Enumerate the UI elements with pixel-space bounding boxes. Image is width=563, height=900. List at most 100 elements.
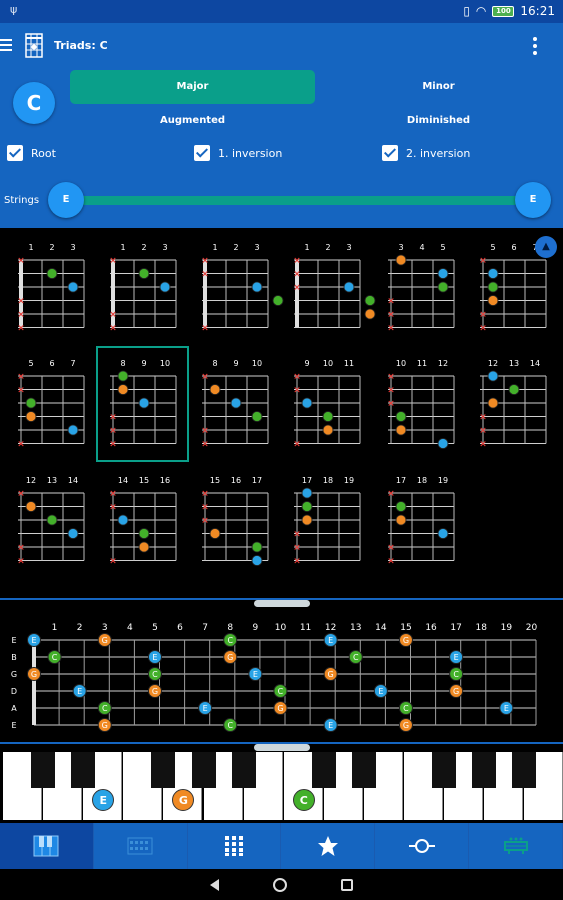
chord-diagram[interactable]: 14 15 16 × × × [108,473,180,571]
fretboard-note[interactable]: C [147,667,162,681]
chord-diagram[interactable]: 10 11 12 × × × [386,356,458,454]
fretboard-note[interactable]: G [398,718,413,732]
fretboard-note[interactable]: E [72,684,87,698]
chord-diagram-svg[interactable]: 1 2 3 × × × [108,240,180,338]
strings-range-slider[interactable] [64,196,534,205]
fretboard-note[interactable]: C [223,633,238,647]
fretboard[interactable]: 1 2 3 4 5 6 7 8 9 10 11 12 13 14 15 16 17 18 19 20 E B G D A E E G C… [0,620,563,740]
chord-diagram-svg[interactable]: 17 18 19 × × × [292,473,364,571]
black-key[interactable] [71,752,96,788]
resize-handle[interactable] [254,600,310,607]
checkbox-icon[interactable] [382,145,398,161]
checkbox-icon[interactable] [7,145,23,161]
fretboard-note[interactable]: C [273,684,288,698]
black-key[interactable] [191,752,216,788]
chord-type-minor[interactable]: Minor [316,70,561,104]
fretboard-note[interactable]: G [323,667,338,681]
chord-diagram[interactable]: 1 2 3 × × × × [16,240,88,338]
slider-thumb-high[interactable]: E [515,182,551,218]
fretboard-note[interactable]: E [499,701,514,715]
fretboard-note[interactable]: G [97,633,112,647]
chord-diagram[interactable]: 9 10 11 × × × [292,356,364,454]
black-key[interactable] [311,752,336,788]
fretboard-note[interactable]: C [348,650,363,664]
chord-diagram-svg[interactable]: 9 10 11 × × × [292,356,364,454]
chord-type-major[interactable]: Major [70,70,315,104]
black-key[interactable] [31,752,56,788]
chord-diagram[interactable]: 1 2 3 × × × [292,240,376,338]
chord-diagram-svg[interactable]: 3 4 5 × × × [386,240,458,338]
slider-thumb-low[interactable]: E [48,182,84,218]
chord-diagram-svg[interactable]: 12 13 14 × × × [478,356,550,454]
collapse-up-icon[interactable]: ▲ [535,236,557,258]
fretboard-note[interactable]: G [223,650,238,664]
chord-diagram[interactable]: 8 9 10 × × × [200,356,272,454]
chord-diagram[interactable]: 5 6 7 × × × [16,356,88,454]
fretboard-note[interactable]: E [323,718,338,732]
fretboard-note[interactable]: C [47,650,62,664]
fretboard-note[interactable]: G [449,684,464,698]
fretboard-note[interactable]: E [27,633,41,647]
fretboard-note[interactable]: E [373,684,388,698]
chord-diagram[interactable]: 12 13 14 × × × [478,356,550,454]
fretboard-note[interactable]: G [97,718,112,732]
black-key[interactable] [151,752,176,788]
back-icon[interactable] [210,878,219,891]
fretboard-note[interactable]: G [398,633,413,647]
fretboard-note[interactable]: C [398,701,413,715]
chord-diagram-svg[interactable]: 17 18 19 × × × [386,473,458,571]
root-note-button[interactable]: C [13,82,55,124]
chord-diagram-svg[interactable]: 1 2 3 × × × [200,240,284,338]
chord-diagram-svg[interactable]: 14 15 16 × × × [108,473,180,571]
fretboard-note[interactable]: G [27,667,41,681]
chord-diagram[interactable]: 15 16 17 × × × [200,473,272,571]
chord-diagram-svg[interactable]: 5 6 7 × × × [16,356,88,454]
fretboard-note[interactable]: G [147,684,162,698]
fretboard-note[interactable]: G [273,701,288,715]
nav-fretboard-grid[interactable] [188,823,282,869]
fretboard-note[interactable]: C [449,667,464,681]
more-options-icon[interactable] [532,35,538,57]
chord-diagram[interactable]: 1 2 3 × × × [108,240,180,338]
chord-type-diminished[interactable]: Diminished [316,104,561,138]
home-icon[interactable] [273,877,287,892]
black-key[interactable] [512,752,537,788]
chord-diagram[interactable]: 17 18 19 × × × [386,473,458,571]
resize-handle[interactable] [254,744,310,751]
fretboard-note[interactable]: C [97,701,112,715]
nav-piano[interactable] [0,823,94,869]
chord-diagram[interactable]: 3 4 5 × × × [386,240,458,338]
nav-keyboard[interactable] [94,823,188,869]
chord-diagram-svg[interactable]: 8 9 10 × × × [200,356,272,454]
nav-guitar[interactable] [469,823,563,869]
chord-diagram-svg[interactable]: 15 16 17 × × × [200,473,272,571]
nav-chord-circle[interactable] [375,823,470,869]
fretboard-note[interactable]: E [248,667,263,681]
chord-diagram-svg[interactable]: 10 11 12 × × × [386,356,458,454]
finger-dot [67,281,79,293]
chord-type-augmented[interactable]: Augmented [70,104,315,138]
black-key[interactable] [231,752,256,788]
chord-diagram[interactable]: 1 2 3 × × × [200,240,284,338]
checkbox-second-inversion[interactable]: 2. inversion [382,145,470,161]
piano-keyboard[interactable]: EGC [0,752,563,822]
checkbox-root[interactable]: Root [7,145,56,161]
chord-diagram-svg[interactable]: 1 2 3 × × × [292,240,376,338]
black-key[interactable] [432,752,457,788]
chord-diagram[interactable]: 17 18 19 × × × [292,473,364,571]
nav-favorites[interactable] [281,823,376,869]
recents-icon[interactable] [341,878,353,891]
fretboard-note[interactable]: E [449,650,464,664]
chord-diagram[interactable]: 12 13 14 × × × [16,473,88,571]
checkbox-first-inversion[interactable]: 1. inversion [194,145,282,161]
checkbox-icon[interactable] [194,145,210,161]
chord-diagram-svg[interactable]: 1 2 3 × × × × [16,240,88,338]
fretboard-note[interactable]: E [323,633,338,647]
fretboard-note[interactable]: C [223,718,238,732]
fretboard-note[interactable]: E [147,650,162,664]
fretboard-note[interactable]: E [198,701,213,715]
black-key[interactable] [472,752,497,788]
black-key[interactable] [351,752,376,788]
menu-icon[interactable] [0,36,14,54]
chord-diagram-svg[interactable]: 12 13 14 × × × [16,473,88,571]
